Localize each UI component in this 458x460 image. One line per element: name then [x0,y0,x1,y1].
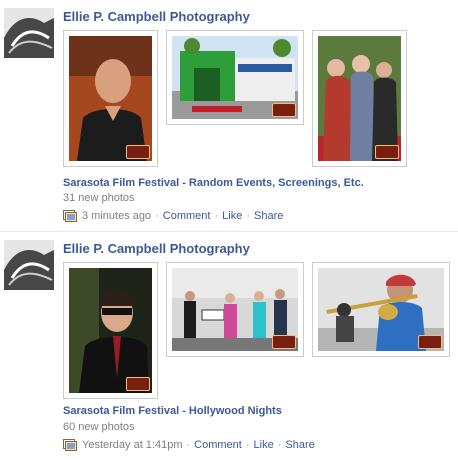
album-title-link[interactable]: Sarasota Film Festival - Hollywood Night… [63,405,282,417]
author-link[interactable]: Ellie P. Campbell Photography [63,9,250,24]
avatar[interactable] [4,240,54,290]
avatar[interactable] [4,8,54,58]
story-meta: Yesterday at 1:41pm · Comment · Like · S… [63,439,315,451]
separator: · [277,439,282,451]
story-meta: 3 minutes ago · Comment · Like · Share [63,210,283,222]
watermark-logo [418,335,442,349]
album-icon [63,439,77,451]
photo-thumbnail[interactable] [63,262,158,399]
timestamp[interactable]: 3 minutes ago [82,210,151,222]
like-link[interactable]: Like [222,210,242,222]
comment-link[interactable]: Comment [194,439,242,451]
photo-thumbnail[interactable] [63,30,158,167]
share-link[interactable]: Share [254,210,283,222]
photo-thumbnail[interactable] [166,30,304,125]
separator: · [245,439,250,451]
timestamp[interactable]: Yesterday at 1:41pm [82,439,183,451]
album-icon [63,210,77,222]
photo-thumbnail[interactable] [312,262,450,357]
comment-link[interactable]: Comment [163,210,211,222]
separator: · [214,210,219,222]
like-link[interactable]: Like [254,439,274,451]
photo-thumbnail[interactable] [166,262,304,357]
watermark-logo [126,145,150,159]
story-divider [0,231,458,232]
watermark-logo [272,335,296,349]
photo-thumbnail[interactable] [312,30,407,167]
separator: · [155,210,159,222]
separator: · [186,439,191,451]
watermark-logo [272,103,296,117]
author-link[interactable]: Ellie P. Campbell Photography [63,241,250,256]
watermark-logo [375,145,399,159]
separator: · [246,210,250,222]
share-link[interactable]: Share [285,439,314,451]
photo-count: 31 new photos [63,192,135,204]
album-title-link[interactable]: Sarasota Film Festival - Random Events, … [63,177,364,189]
photo-count: 60 new photos [63,421,135,433]
watermark-logo [126,377,150,391]
